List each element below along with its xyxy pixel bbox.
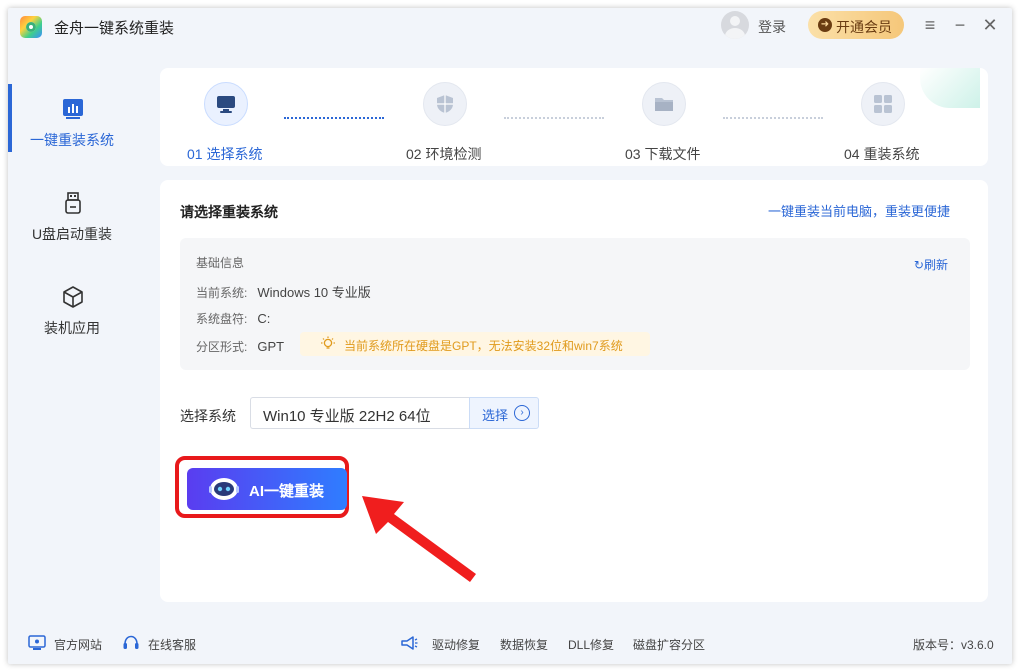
partition-value: GPT: [257, 339, 285, 354]
sidebar-item-label: 装机应用: [44, 320, 100, 336]
page-title: 请选择重装系统: [180, 204, 278, 220]
sidebar-item-usb-reinstall[interactable]: U盘启动重装: [8, 182, 136, 258]
vip-arrow-icon: ➜: [818, 18, 832, 32]
cube-icon: [63, 286, 83, 308]
sidebar-item-apps[interactable]: 装机应用: [8, 276, 136, 352]
partition-label: 分区形式:: [196, 340, 248, 354]
megaphone-icon: [401, 636, 418, 650]
system-drive-label: 系统盘符:: [196, 312, 248, 326]
step-3-label: 03 下载文件: [625, 146, 701, 162]
step-3-circle: [642, 82, 686, 126]
vip-button[interactable]: ➜ 开通会员: [808, 11, 904, 39]
online-support-link[interactable]: 在线客服: [148, 636, 196, 653]
step-4-circle: [861, 82, 905, 126]
current-system-label: 当前系统:: [196, 286, 248, 300]
official-website-link[interactable]: 官方网站: [54, 636, 102, 653]
warning-text: 当前系统所在硬盘是GPT，无法安装32位和win7系统: [344, 339, 623, 353]
sidebar-item-label: 一键重装系统: [30, 132, 114, 148]
vip-label: 开通会员: [836, 19, 892, 35]
select-button-label: 选择: [482, 408, 509, 423]
headset-icon: [123, 635, 139, 649]
title-bar: 金舟一键系统重装 登录 ➜ 开通会员 ≡ − ✕: [8, 8, 1012, 44]
footer: 官方网站 在线客服 驱动修复 数据恢复 DLL修复 磁盘扩容分区 版本号：v3.…: [8, 626, 1012, 664]
shield-icon: [437, 95, 453, 113]
step-connector-3: [723, 117, 823, 119]
lightbulb-icon: [321, 336, 335, 349]
sidebar: 一键重装系统 U盘启动重装 装机应用: [8, 44, 136, 626]
minimize-icon[interactable]: −: [948, 14, 972, 38]
sidebar-item-one-click-reinstall[interactable]: 一键重装系统: [8, 88, 136, 164]
step-2-label: 02 环境检测: [406, 146, 482, 162]
system-drive-value: C:: [257, 311, 271, 326]
step-connector-1: [284, 117, 384, 119]
current-system-value: Windows 10 专业版: [257, 285, 371, 300]
one-click-reinstall-link[interactable]: 一键重装当前电脑，重装更便捷: [768, 201, 950, 220]
main-panel: 请选择重装系统 一键重装当前电脑，重装更便捷 基础信息 ↻刷新 当前系统: Win…: [160, 180, 988, 602]
refresh-label: 刷新: [923, 258, 948, 272]
driver-repair-link[interactable]: 驱动修复: [432, 636, 480, 653]
dll-repair-link[interactable]: DLL修复: [568, 636, 614, 653]
sidebar-item-label: U盘启动重装: [31, 226, 113, 242]
partition-row: 分区形式: GPT: [196, 338, 284, 355]
chevron-right-icon: ›: [514, 405, 530, 421]
step-2-circle: [423, 82, 467, 126]
data-recovery-link[interactable]: 数据恢复: [500, 636, 548, 653]
close-icon[interactable]: ✕: [978, 14, 1002, 38]
monitor-icon: [217, 96, 235, 113]
system-select-field[interactable]: Win10 专业版 22H2 64位: [250, 397, 469, 429]
info-heading: 基础信息: [196, 256, 245, 270]
basic-info-panel: 基础信息 ↻刷新 当前系统: Windows 10 专业版 系统盘符: C: 分区形…: [180, 238, 970, 370]
robot-icon: [209, 478, 239, 500]
steps-panel: 01 选择系统 02 环境检测 03 下载文件 04 重装系统: [160, 68, 988, 166]
ai-reinstall-label: AI一键重装: [249, 483, 325, 500]
usb-icon: [65, 192, 81, 214]
annotation-arrow: [362, 496, 476, 582]
website-icon: [28, 635, 46, 650]
select-system-button[interactable]: 选择 ›: [469, 397, 539, 429]
step-1-circle: [204, 82, 248, 126]
app-window: 金舟一键系统重装 登录 ➜ 开通会员 ≡ − ✕ 一键重装系统 U盘启动重装 装…: [8, 8, 1012, 664]
app-logo-icon: [20, 16, 42, 38]
login-button[interactable]: 登录: [758, 17, 786, 37]
decorative-illustration: [920, 68, 980, 108]
ai-reinstall-button[interactable]: AI一键重装: [187, 468, 347, 510]
chart-icon: [63, 99, 83, 119]
current-system-row: 当前系统: Windows 10 专业版: [196, 282, 371, 301]
gpt-warning: 当前系统所在硬盘是GPT，无法安装32位和win7系统: [300, 332, 650, 356]
menu-icon[interactable]: ≡: [918, 14, 942, 38]
system-drive-row: 系统盘符: C:: [196, 310, 270, 327]
step-4-label: 04 重装系统: [844, 146, 920, 162]
version-label: 版本号：v3.6.0: [913, 638, 994, 652]
avatar[interactable]: [721, 11, 749, 39]
refresh-icon: ↻: [913, 258, 924, 272]
folder-icon: [655, 98, 673, 111]
select-system-label: 选择系统: [180, 408, 236, 424]
app-title: 金舟一键系统重装: [54, 20, 175, 37]
refresh-button[interactable]: ↻刷新: [914, 256, 948, 273]
system-select-value: Win10 专业版 22H2 64位: [263, 408, 431, 425]
step-1-label: 01 选择系统: [187, 146, 263, 162]
disk-extend-link[interactable]: 磁盘扩容分区: [633, 636, 705, 653]
step-connector-2: [504, 117, 604, 119]
windows-icon: [874, 95, 892, 113]
